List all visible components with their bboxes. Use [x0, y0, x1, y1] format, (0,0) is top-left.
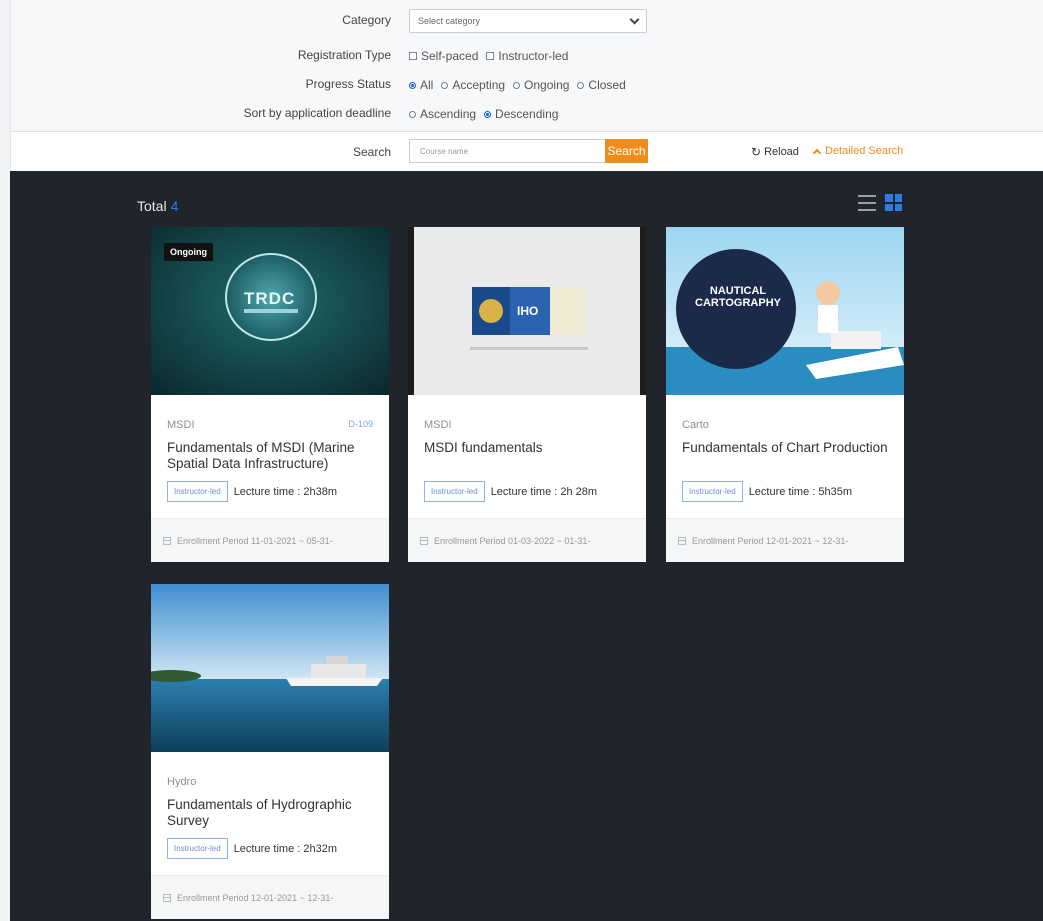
course-thumbnail: NAUTICAL CARTOGRAPHY	[666, 227, 904, 395]
filter-row-sort: Sort by application deadline Ascending D…	[11, 102, 1043, 126]
filter-panel: Category Select category Registration Ty…	[10, 0, 1043, 171]
enrollment-period: Enrollment Period 12-01-2021 ~ 12-31-	[151, 875, 389, 919]
course-category: MSDI	[424, 419, 452, 431]
filter-row-category: Category Select category	[11, 9, 1043, 33]
course-card[interactable]: Hydro Fundamentals of Hydrographic Surve…	[151, 584, 389, 919]
category-select-value: Select category	[418, 16, 481, 26]
status-badge: Ongoing	[164, 243, 213, 261]
checkbox-icon	[409, 52, 417, 60]
reload-button[interactable]: ↻ Reload	[751, 145, 799, 159]
lecture-time: Lecture time : 2h32m	[233, 842, 338, 855]
detailed-search-button[interactable]: Detailed Search	[812, 145, 903, 157]
calendar-icon	[420, 536, 428, 545]
course-title: Fundamentals of Chart Production	[682, 440, 888, 455]
search-input[interactable]: Course name	[409, 139, 605, 163]
reload-icon: ↻	[751, 145, 762, 159]
radio-selected-icon	[409, 81, 416, 89]
radio-ascending[interactable]: Ascending	[409, 107, 476, 121]
type-badge: Instructor-led	[167, 481, 228, 502]
course-thumbnail: IHO	[408, 227, 646, 395]
radio-closed[interactable]: Closed	[577, 78, 626, 92]
course-category: Carto	[682, 419, 709, 431]
total-count: Total 4	[137, 198, 179, 214]
chevron-down-icon	[629, 14, 640, 24]
category-label: Category	[342, 13, 391, 27]
type-badge: Instructor-led	[424, 481, 485, 502]
category-select[interactable]: Select category	[409, 9, 647, 33]
checkbox-self-paced[interactable]: Self-paced	[409, 49, 478, 63]
type-badge: Instructor-led	[682, 481, 743, 502]
enrollment-period: Enrollment Period 11-01-2021 ~ 05-31-	[151, 518, 389, 562]
radio-icon	[441, 81, 449, 89]
radio-icon	[409, 110, 416, 118]
course-card[interactable]: TRDC Ongoing MSDI D-109 Fundamentals of …	[151, 227, 389, 562]
chevron-up-icon	[812, 148, 822, 157]
course-thumbnail: TRDC Ongoing	[151, 227, 389, 395]
search-row: Search Course name Search ↻ Reload Detai…	[11, 131, 1043, 171]
course-code: D-109	[348, 419, 373, 429]
checkbox-icon	[486, 52, 495, 60]
search-button[interactable]: Search	[605, 139, 648, 163]
enrollment-period: Enrollment Period 12-01-2021 ~ 12-31-	[666, 518, 904, 562]
course-title: Fundamentals of MSDI (Marine Spatial Dat…	[167, 440, 355, 471]
lecture-time: Lecture time : 2h 28m	[490, 485, 598, 498]
radio-ongoing[interactable]: Ongoing	[513, 78, 569, 92]
thumbnail-title: NAUTICAL CARTOGRAPHY	[695, 285, 781, 309]
type-badge: Instructor-led	[167, 838, 228, 859]
list-view-icon[interactable]	[858, 195, 876, 211]
course-card[interactable]: IHO MSDI MSDI fundamentals Instructor-le…	[408, 227, 646, 562]
registration-type-label: Registration Type	[297, 48, 391, 62]
calendar-icon	[163, 536, 171, 545]
radio-all[interactable]: All	[409, 78, 433, 92]
enrollment-period: Enrollment Period 01-03-2022 ~ 01-31-	[408, 518, 646, 562]
grid-view-icon[interactable]	[885, 194, 902, 211]
course-title: MSDI fundamentals	[424, 440, 543, 455]
radio-selected-icon	[484, 110, 492, 118]
checkbox-instructor-led[interactable]: Instructor-led	[486, 49, 568, 63]
results-area: Total 4 TRDC Ongoing MSDI D-109 Fundamen…	[10, 171, 1043, 921]
radio-accepting[interactable]: Accepting	[441, 78, 505, 92]
filter-row-registration: Registration Type Self-paced Instructor-…	[11, 44, 1043, 68]
course-category: MSDI	[167, 419, 195, 431]
lecture-time: Lecture time : 5h35m	[748, 485, 853, 498]
filter-row-progress: Progress Status All Accepting Ongoing Cl…	[11, 73, 1043, 97]
radio-descending[interactable]: Descending	[484, 107, 558, 121]
sort-label: Sort by application deadline	[243, 106, 391, 120]
radio-icon	[513, 81, 521, 89]
thumbnail-title: TRDC	[244, 289, 296, 308]
course-title: Fundamentals of Hydrographic Survey	[167, 797, 352, 828]
course-category: Hydro	[167, 776, 197, 788]
calendar-icon	[163, 893, 171, 902]
calendar-icon	[678, 536, 686, 545]
course-card[interactable]: NAUTICAL CARTOGRAPHY Carto Fundamentals …	[666, 227, 904, 562]
progress-status-label: Progress Status	[305, 77, 391, 91]
search-label: Search	[352, 145, 391, 159]
radio-icon	[577, 81, 585, 89]
lecture-time: Lecture time : 2h38m	[233, 485, 338, 498]
course-thumbnail	[151, 584, 389, 752]
thumbnail-logo-text: IHO	[517, 304, 539, 318]
